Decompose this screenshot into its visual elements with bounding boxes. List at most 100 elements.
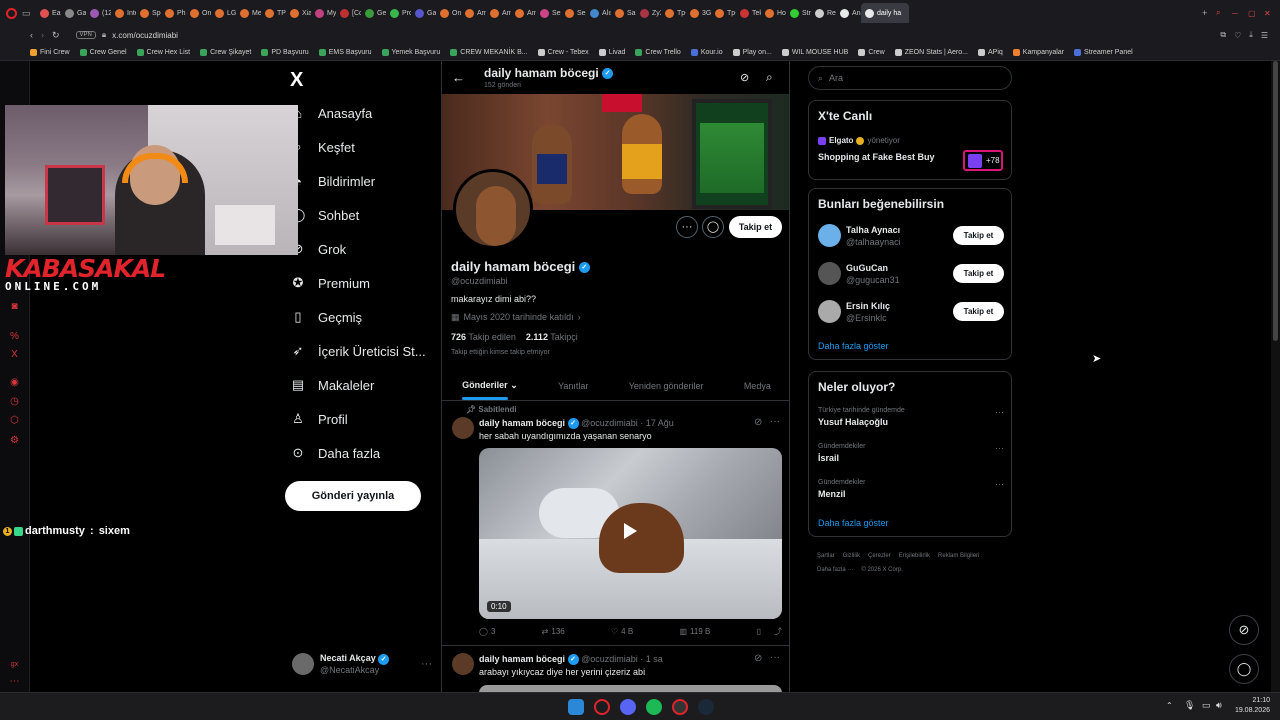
bookmark-item[interactable]: Crew Hex List: [136, 48, 190, 56]
windows-start-icon[interactable]: [568, 699, 584, 715]
sidebar-history-icon[interactable]: ◷: [9, 396, 20, 407]
browser-tab[interactable]: LG: [211, 3, 236, 23]
menu-icon[interactable]: ☰: [1261, 31, 1268, 40]
profile-avatar[interactable]: [453, 169, 533, 249]
bookmark-item[interactable]: CREW MEKANİK B...: [450, 48, 528, 56]
footer-link[interactable]: Şartlar: [817, 549, 835, 563]
space-title[interactable]: Shopping at Fake Best Buy: [818, 152, 935, 162]
heart-icon[interactable]: ♡: [1234, 31, 1241, 40]
suggested-user-name[interactable]: Ersin Kılıç: [846, 301, 890, 311]
tab-overview-icon[interactable]: ▭: [22, 8, 36, 19]
tweet-media[interactable]: [479, 685, 782, 692]
tray-chevron-up-icon[interactable]: ⌃: [1166, 701, 1173, 710]
trend-item[interactable]: Gündemdekiler İsrail ···: [818, 443, 1004, 463]
browser-tab[interactable]: Gel: [361, 3, 386, 23]
following-link[interactable]: 726 Takip edilen: [451, 332, 516, 342]
nav-item[interactable]: ⌕ Keşfet: [290, 139, 355, 155]
grok-fab-icon[interactable]: ⊘: [1229, 615, 1259, 645]
follow-button[interactable]: Takip et: [953, 264, 1004, 283]
sidebar-percent-icon[interactable]: %: [9, 331, 20, 342]
steam-icon[interactable]: [698, 699, 714, 715]
grok-icon[interactable]: ⊘: [754, 653, 762, 664]
extension-icon[interactable]: ⧉: [1220, 30, 1226, 40]
nav-item[interactable]: ➶ İçerik Üreticisi St...: [290, 343, 426, 359]
browser-tab[interactable]: [Co: [336, 3, 361, 23]
x-logo-icon[interactable]: X: [290, 69, 303, 92]
browser-tab[interactable]: Ana: [836, 3, 861, 23]
nav-item[interactable]: ♙ Profil: [290, 411, 347, 427]
bookmark-item[interactable]: Crew: [858, 48, 885, 56]
browser-tab[interactable]: 3G: [686, 3, 711, 23]
browser-tab[interactable]: Rec: [811, 3, 836, 23]
browser-tab[interactable]: Am: [461, 3, 486, 23]
search-icon[interactable]: ⌕: [766, 70, 773, 85]
new-tab-icon[interactable]: +: [1202, 8, 1216, 18]
avatar[interactable]: [818, 262, 841, 285]
browser-tab[interactable]: daily ha: [861, 3, 909, 23]
follow-button[interactable]: Takip et: [953, 226, 1004, 245]
message-icon[interactable]: ◯: [702, 216, 724, 238]
follow-button[interactable]: Takip et: [953, 302, 1004, 321]
sidebar-player-icon[interactable]: ◉: [9, 377, 20, 388]
bookmark-item[interactable]: Play on...: [732, 48, 772, 56]
footer-link[interactable]: Gizlilik: [843, 549, 860, 563]
microphone-icon[interactable]: 🎙︎: [1184, 700, 1195, 711]
url-field[interactable]: VPN 🔒︎ x.com/ocuzdimiabi: [75, 30, 178, 40]
browser-tab[interactable]: Phil: [161, 3, 186, 23]
suggested-user-name[interactable]: Talha Aynacı: [846, 225, 900, 235]
scrollbar[interactable]: [1271, 61, 1280, 692]
browser-tab[interactable]: TP-: [261, 3, 286, 23]
vpn-badge[interactable]: VPN: [75, 31, 96, 39]
browser-tab[interactable]: Onl: [436, 3, 461, 23]
footer-link[interactable]: Çerezler: [868, 549, 891, 563]
sidebar-cube-icon[interactable]: ⬡: [9, 415, 20, 426]
bookmark-item[interactable]: Crew Trello: [635, 48, 681, 56]
footer-link[interactable]: © 2026 X Corp.: [861, 563, 902, 577]
bookmark-item[interactable]: Livad: [598, 48, 625, 56]
browser-tab[interactable]: Gal: [411, 3, 436, 23]
like-button[interactable]: ♡ 4 B: [611, 626, 633, 637]
opera-logo-icon[interactable]: [0, 7, 22, 19]
tab-media[interactable]: Medya: [744, 381, 771, 391]
bookmark-item[interactable]: APiq: [977, 48, 1003, 56]
nav-item[interactable]: ✪ Premium: [290, 275, 370, 291]
browser-tab[interactable]: Me: [236, 3, 261, 23]
nav-item[interactable]: ⊘ Grok: [290, 241, 347, 257]
browser-tab[interactable]: Sep: [561, 3, 586, 23]
space-listeners[interactable]: +78: [963, 150, 1003, 171]
suggested-user-name[interactable]: GuGuCan: [846, 263, 888, 273]
share-icon[interactable]: ⤴: [774, 626, 782, 637]
browser-tab[interactable]: Onu: [186, 3, 211, 23]
system-clock[interactable]: 21:10 19.08.2026: [1235, 696, 1270, 716]
bookmark-item[interactable]: Streamer Panel: [1074, 48, 1133, 56]
nav-item[interactable]: ◯ Sohbet: [290, 207, 359, 223]
close-icon[interactable]: ✕: [1264, 9, 1280, 18]
avatar[interactable]: [818, 300, 841, 323]
browser-tab[interactable]: Tp-: [711, 3, 736, 23]
browser-tab[interactable]: Str: [786, 3, 811, 23]
more-icon[interactable]: ···: [770, 416, 780, 427]
browser-tab[interactable]: Inte: [111, 3, 136, 23]
sidebar-settings-icon[interactable]: ⚙: [9, 435, 20, 446]
more-icon[interactable]: ···: [995, 407, 1004, 417]
sidebar-messenger-icon[interactable]: ◙: [9, 301, 20, 312]
follow-button[interactable]: Takip et: [729, 216, 782, 238]
tweet-time[interactable]: · 17 Ağu: [640, 418, 674, 428]
repost-button[interactable]: ⇄ 136: [542, 626, 565, 637]
browser-tab[interactable]: Xia: [286, 3, 311, 23]
bookmark-item[interactable]: Kampanyalar: [1012, 48, 1064, 56]
discord-icon[interactable]: [620, 699, 636, 715]
avatar[interactable]: [452, 417, 474, 439]
bookmark-item[interactable]: Crew Genel: [79, 48, 127, 56]
forward-icon[interactable]: ›: [41, 30, 44, 40]
browser-tab[interactable]: Tp-: [661, 3, 686, 23]
more-icon[interactable]: ···: [995, 443, 1004, 453]
bookmark-item[interactable]: PD Başvuru: [261, 48, 309, 56]
more-options-icon[interactable]: ···: [676, 216, 698, 238]
bookmark-item[interactable]: Crew Şikayet: [200, 48, 251, 56]
browser-tab[interactable]: Sep: [536, 3, 561, 23]
footer-link[interactable]: Reklam Bilgileri: [938, 549, 979, 563]
nav-item[interactable]: ▯ Geçmiş: [290, 309, 362, 325]
tweet-author[interactable]: daily hamam böcegi: [479, 654, 565, 664]
nav-item[interactable]: ▤ Makaleler: [290, 377, 375, 393]
